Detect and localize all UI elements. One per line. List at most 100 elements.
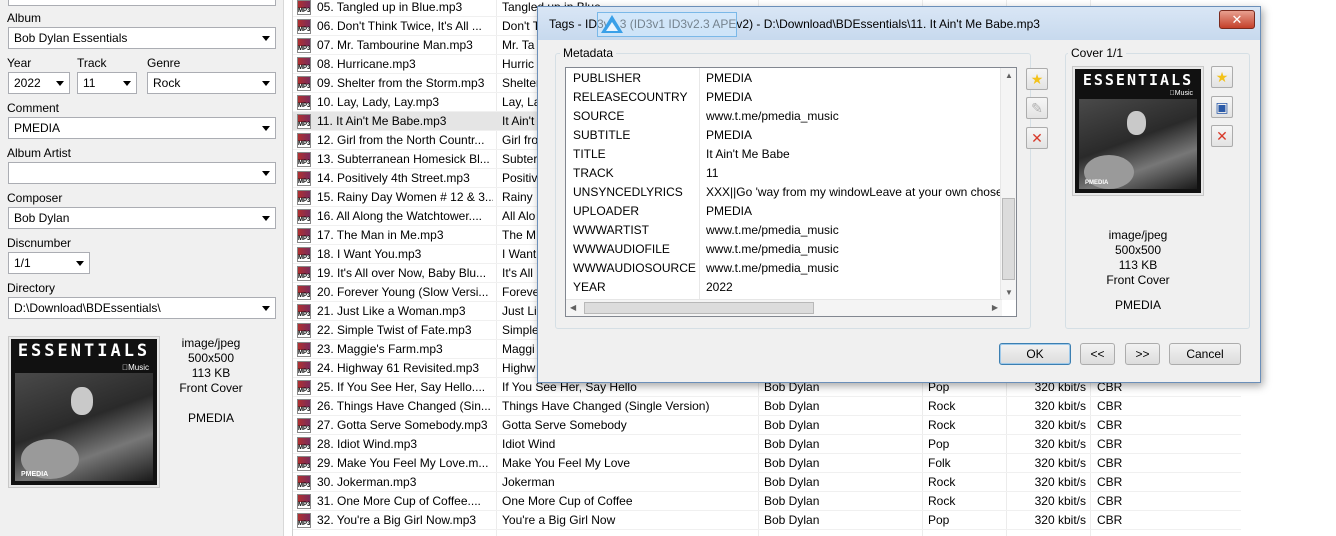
vertical-scrollbar[interactable]: ▲ ▼ <box>1000 68 1016 300</box>
directory-combo[interactable]: D:\Download\BDEssentials\ <box>8 297 276 319</box>
cover-info: image/jpeg 500x500 113 KB Front Cover PM… <box>164 336 258 426</box>
artist-cell: Bob Dylan <box>764 475 820 489</box>
cancel-button[interactable]: Cancel <box>1169 343 1241 365</box>
mp3-file-icon: MP3 <box>297 190 311 205</box>
filename-cell: 16. All Along the Watchtower.... <box>317 209 482 223</box>
next-file-button[interactable]: >> <box>1125 343 1160 365</box>
watermark-overlay <box>597 12 737 37</box>
mp3-file-icon: MP3 <box>297 399 311 414</box>
year-combo[interactable]: 2022 <box>8 72 70 94</box>
scroll-left-arrow-icon[interactable]: ◀ <box>570 303 576 312</box>
chevron-down-icon[interactable] <box>262 81 270 86</box>
album-combo[interactable]: Bob Dylan Essentials <box>8 27 276 49</box>
table-row[interactable]: MP3 29. Make You Feel My Love.m... Make Yo… <box>293 454 1241 473</box>
dialog-cover-art[interactable]: ESSENTIALS Music PMEDIA <box>1072 66 1204 196</box>
album-artist-combo[interactable] <box>8 162 276 184</box>
artist-cell: Bob Dylan <box>764 456 820 470</box>
delete-icon: ✕ <box>1031 130 1043 146</box>
metadata-key: TRACK <box>573 166 614 180</box>
artwork-title: ESSENTIALS <box>1082 71 1194 89</box>
metadata-key: WWWAUDIOSOURCE <box>573 261 696 275</box>
mp3-file-icon: MP3 <box>297 380 311 395</box>
chevron-down-icon[interactable] <box>123 81 131 86</box>
table-row[interactable]: MP3 31. One More Cup of Coffee.... One Mor… <box>293 492 1241 511</box>
metadata-row[interactable]: YEAR 2022 <box>566 277 1002 296</box>
delete-icon: ✕ <box>1216 128 1228 144</box>
chevron-down-icon[interactable] <box>262 36 270 41</box>
filename-cell: 20. Forever Young (Slow Versi... <box>317 285 489 299</box>
ok-button[interactable]: OK <box>999 343 1071 365</box>
composer-label: Composer <box>7 191 63 205</box>
mode-cell: CBR <box>1097 494 1123 508</box>
horizontal-scroll-thumb[interactable] <box>584 302 814 314</box>
delete-cover-button[interactable]: ✕ <box>1211 125 1233 147</box>
chevron-down-icon[interactable] <box>262 306 270 311</box>
chevron-down-icon[interactable] <box>262 216 270 221</box>
star-add-icon: ★ <box>1030 71 1044 87</box>
edit-field-button[interactable]: ✎ <box>1026 97 1048 119</box>
horizontal-scrollbar[interactable]: ◀ ▶ <box>566 299 1002 316</box>
metadata-row[interactable]: RELEASECOUNTRY PMEDIA <box>566 87 1002 106</box>
scroll-up-arrow-icon[interactable]: ▲ <box>1005 71 1013 80</box>
filename-cell: 11. It Ain't Me Babe.mp3 <box>317 114 447 128</box>
mp3-file-icon: MP3 <box>297 418 311 433</box>
metadata-row[interactable]: UNSYNCEDLYRICS XXX||Go 'way from my windo… <box>566 182 1002 201</box>
table-row[interactable]: MP3 30. Jokerman.mp3 Jokerman Bob Dylan Rock… <box>293 473 1241 492</box>
genre-cell: Folk <box>928 456 951 470</box>
metadata-row[interactable]: TRACK 11 <box>566 163 1002 182</box>
mp3-file-icon: MP3 <box>297 19 311 34</box>
chevron-down-icon[interactable] <box>262 171 270 176</box>
comment-value: PMEDIA <box>14 121 61 135</box>
mp3-file-icon: MP3 <box>297 38 311 53</box>
top-field-edge[interactable] <box>8 0 276 6</box>
genre-combo[interactable]: Rock <box>147 72 276 94</box>
metadata-row[interactable]: SOURCE www.t.me/pmedia_music <box>566 106 1002 125</box>
dialog-titlebar[interactable]: Tags - ID3v1.3 (ID3v1 ID3v2.3 APEv2) - D… <box>538 7 1260 40</box>
metadata-row[interactable]: WWWAUDIOFILE www.t.me/pmedia_music <box>566 239 1002 258</box>
title-cell: Jokerman <box>502 475 555 489</box>
table-row[interactable]: MP3 27. Gotta Serve Somebody.mp3 Gotta Ser… <box>293 416 1241 435</box>
metadata-row[interactable]: WWWARTIST www.t.me/pmedia_music <box>566 220 1002 239</box>
table-row[interactable]: MP3 26. Things Have Changed (Sin... Things… <box>293 397 1241 416</box>
metadata-row[interactable]: SUBTITLE PMEDIA <box>566 125 1002 144</box>
comment-combo[interactable]: PMEDIA <box>8 117 276 139</box>
metadata-key: UNSYNCEDLYRICS <box>573 185 683 199</box>
vertical-scroll-thumb[interactable] <box>1002 198 1015 280</box>
table-row[interactable]: MP3 28. Idiot Wind.mp3 Idiot Wind Bob Dylan… <box>293 435 1241 454</box>
cover-art-thumbnail[interactable]: ESSENTIALS Music PMEDIA <box>8 336 160 488</box>
add-cover-button[interactable]: ★ <box>1211 66 1233 88</box>
mp3-file-icon: MP3 <box>297 266 311 281</box>
bitrate-cell: 320 kbit/s <box>1034 494 1086 508</box>
discnumber-combo[interactable]: 1/1 <box>8 252 90 274</box>
metadata-row[interactable]: UPLOADER PMEDIA <box>566 201 1002 220</box>
mode-cell: CBR <box>1097 437 1123 451</box>
metadata-row[interactable]: TITLE It Ain't Me Babe <box>566 144 1002 163</box>
mp3-file-icon: MP3 <box>297 494 311 509</box>
composer-combo[interactable]: Bob Dylan <box>8 207 276 229</box>
dialog-cover-type: Front Cover <box>1106 273 1170 287</box>
metadata-list[interactable]: PUBLISHER PMEDIA RELEASECOUNTRY PMEDIA SOURC… <box>565 67 1017 317</box>
save-cover-button[interactable]: ▣ <box>1211 96 1233 118</box>
delete-field-button[interactable]: ✕ <box>1026 127 1048 149</box>
cover-mime: image/jpeg <box>181 336 241 350</box>
metadata-value: It Ain't Me Babe <box>706 147 790 161</box>
metadata-row[interactable]: PUBLISHER PMEDIA <box>566 68 1002 87</box>
chevron-down-icon[interactable] <box>262 126 270 131</box>
metadata-row[interactable]: WWWAUDIOSOURCE www.t.me/pmedia_music <box>566 258 1002 277</box>
metadata-value: 11 <box>706 166 719 180</box>
artwork-music-badge: Music <box>122 363 149 372</box>
close-button[interactable]: ✕ <box>1219 10 1255 29</box>
filename-cell: 26. Things Have Changed (Sin... <box>317 399 491 413</box>
year-label: Year <box>7 56 32 70</box>
chevron-down-icon[interactable] <box>76 261 84 266</box>
chevron-down-icon[interactable] <box>56 81 64 86</box>
track-combo[interactable]: 11 <box>77 72 137 94</box>
mp3-file-icon: MP3 <box>297 228 311 243</box>
artist-cell: Bob Dylan <box>764 437 820 451</box>
composer-value: Bob Dylan <box>14 211 70 225</box>
scroll-down-arrow-icon[interactable]: ▼ <box>1005 288 1013 297</box>
previous-file-button[interactable]: << <box>1080 343 1115 365</box>
add-field-button[interactable]: ★ <box>1026 68 1048 90</box>
scroll-right-arrow-icon[interactable]: ▶ <box>992 303 998 312</box>
table-row[interactable]: MP3 32. You're a Big Girl Now.mp3 You're a… <box>293 511 1241 530</box>
